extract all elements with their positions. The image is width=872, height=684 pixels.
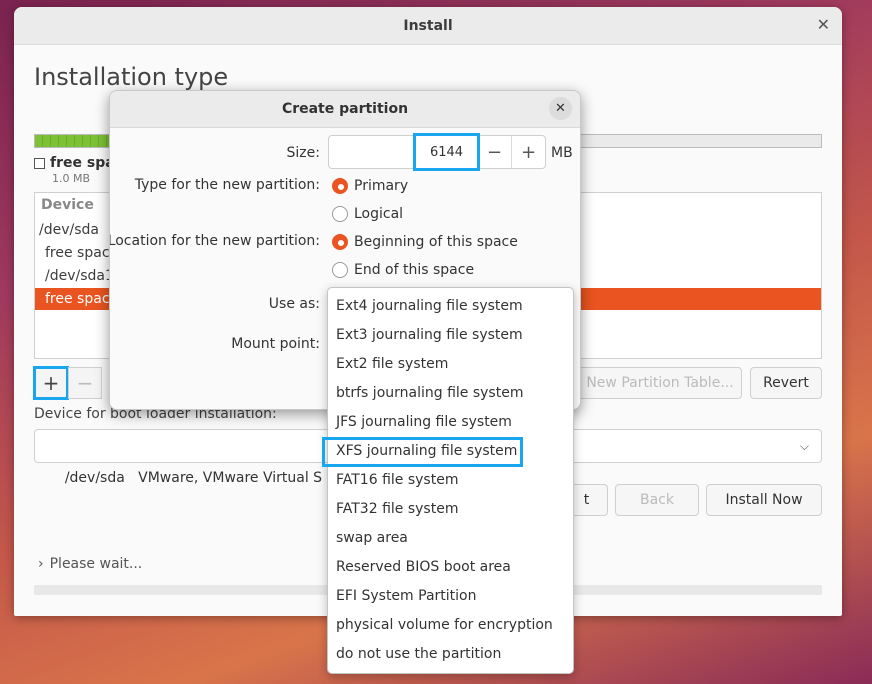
use-as-label: Use as: <box>268 296 320 312</box>
add-partition-button[interactable]: + <box>33 366 69 400</box>
revert-button[interactable]: Revert <box>750 367 822 399</box>
menu-item[interactable]: Ext4 journaling file system <box>328 292 573 321</box>
menu-item[interactable]: EFI System Partition <box>328 582 573 611</box>
chevron-down-icon: ⌵ <box>799 439 809 453</box>
size-spinbox[interactable]: 6144 − + <box>328 133 546 171</box>
increase-size-button[interactable]: + <box>511 136 545 168</box>
radio-primary[interactable]: Primary <box>332 178 408 194</box>
menu-item[interactable]: physical volume for encryption <box>328 611 573 640</box>
menu-item[interactable]: swap area <box>328 524 573 553</box>
highlight-box <box>322 437 523 467</box>
remove-partition-button[interactable]: − <box>68 367 102 399</box>
radio-beginning[interactable]: Beginning of this space <box>332 234 518 250</box>
radio-label: Primary <box>354 178 409 194</box>
disk-used-segment <box>35 135 113 147</box>
size-input[interactable]: 6144 <box>329 133 480 171</box>
radio-logical[interactable]: Logical <box>332 206 403 222</box>
close-icon[interactable]: ✕ <box>549 97 572 120</box>
menu-item-highlighted[interactable]: XFS journaling file system <box>322 437 573 467</box>
disk-legend: free spa <box>34 155 115 171</box>
boot-loader-value: /dev/sda VMware, VMware Virtual S (21 <box>64 470 350 486</box>
radio-label: End of this space <box>354 262 475 278</box>
partition-buttons: + − <box>33 366 102 400</box>
menu-item[interactable]: FAT32 file system <box>328 495 573 524</box>
close-icon[interactable]: ✕ <box>817 16 830 34</box>
menu-item[interactable]: do not use the partition <box>328 640 573 669</box>
size-unit: MB <box>551 145 573 161</box>
partition-type-label: Type for the new partition: <box>134 177 320 193</box>
size-value-highlight[interactable]: 6144 <box>413 133 480 171</box>
legend-swatch <box>34 157 45 169</box>
menu-item[interactable]: btrfs journaling file system <box>328 379 573 408</box>
install-now-button[interactable]: Install Now <box>706 484 822 516</box>
legend-size: 1.0 MB <box>52 172 91 185</box>
radio-unchecked-icon <box>332 262 348 278</box>
menu-item[interactable]: Reserved BIOS boot area <box>328 553 573 582</box>
status-text: Please wait... <box>49 556 143 572</box>
window-title: Install <box>403 17 453 34</box>
radio-unchecked-icon <box>332 206 348 222</box>
radio-checked-icon <box>332 178 348 194</box>
installer-titlebar: Install ✕ <box>14 7 842 45</box>
status-line: › Please wait... <box>38 556 142 572</box>
decrease-size-button[interactable]: − <box>477 136 511 168</box>
menu-item[interactable]: Ext2 file system <box>328 350 573 379</box>
menu-item[interactable]: JFS journaling file system <box>328 408 573 437</box>
radio-checked-icon <box>332 234 348 250</box>
back-button[interactable]: Back <box>615 484 699 516</box>
menu-item[interactable]: Ext3 journaling file system <box>328 321 573 350</box>
radio-end[interactable]: End of this space <box>332 262 474 278</box>
new-partition-table-button[interactable]: New Partition Table... <box>578 367 742 399</box>
menu-item[interactable]: FAT16 file system <box>328 466 573 495</box>
device-column-header: Device <box>41 197 94 213</box>
dialog-titlebar: Create partition ✕ <box>110 91 580 128</box>
radio-label: Logical <box>354 206 404 222</box>
size-label: Size: <box>286 145 320 161</box>
location-label: Location for the new partition: <box>109 233 320 249</box>
mount-point-label: Mount point: <box>231 336 320 352</box>
use-as-dropdown-list[interactable]: Ext4 journaling file system Ext3 journal… <box>322 287 574 674</box>
dialog-title: Create partition <box>281 101 409 117</box>
radio-label: Beginning of this space <box>354 234 518 250</box>
chevron-right-icon[interactable]: › <box>38 556 44 572</box>
page-title: Installation type <box>34 63 229 91</box>
legend-label: free spa <box>50 155 115 171</box>
